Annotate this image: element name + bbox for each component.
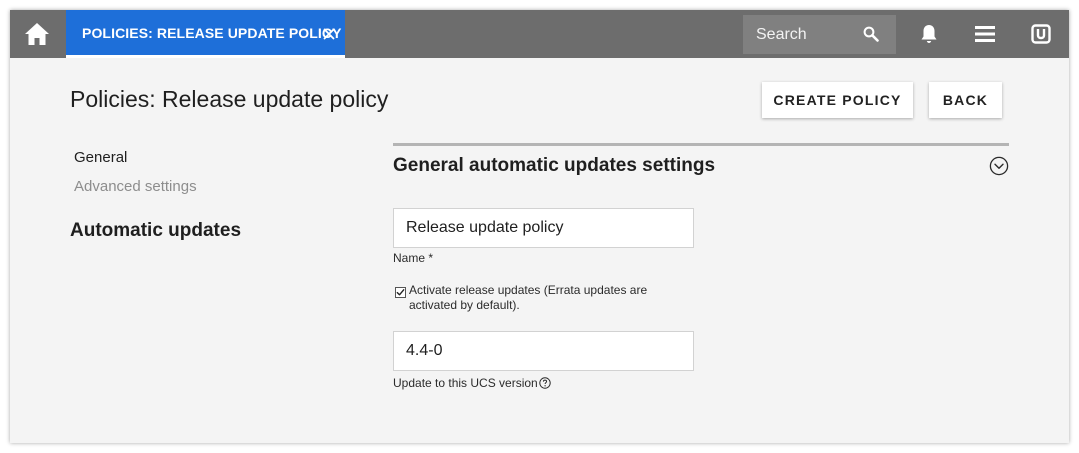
nav-item-advanced-settings[interactable]: Advanced settings bbox=[74, 178, 197, 195]
chevron-down-circle-icon[interactable] bbox=[989, 156, 1009, 176]
search-icon[interactable] bbox=[863, 26, 879, 42]
menu-icon[interactable] bbox=[973, 22, 997, 46]
top-bar: POLICIES: RELEASE UPDATE POLICY bbox=[10, 10, 1069, 58]
tab-release-update-policy[interactable]: POLICIES: RELEASE UPDATE POLICY bbox=[66, 10, 345, 58]
create-policy-button[interactable]: CREATE POLICY bbox=[762, 82, 913, 118]
help-icon[interactable] bbox=[539, 376, 551, 389]
activate-release-updates-checkbox[interactable] bbox=[395, 285, 406, 298]
ucs-version-input[interactable] bbox=[393, 331, 694, 371]
section-divider bbox=[393, 143, 1009, 146]
app-window: POLICIES: RELEASE UPDATE POLICY Search P… bbox=[10, 10, 1069, 443]
name-input[interactable] bbox=[393, 208, 694, 248]
home-icon[interactable] bbox=[24, 22, 50, 46]
name-label: Name * bbox=[393, 251, 434, 265]
ucs-version-label: Update to this UCS version bbox=[393, 376, 538, 390]
close-icon[interactable] bbox=[323, 27, 335, 40]
univention-logo-icon[interactable] bbox=[1029, 22, 1053, 46]
back-button[interactable]: BACK bbox=[929, 82, 1002, 118]
nav-item-general[interactable]: General bbox=[74, 149, 127, 166]
search-box bbox=[743, 15, 896, 54]
tab-label: POLICIES: RELEASE UPDATE POLICY bbox=[82, 24, 342, 41]
section-title: General automatic updates settings bbox=[393, 155, 716, 176]
search-input[interactable] bbox=[756, 25, 856, 44]
nav-heading-automatic-updates: Automatic updates bbox=[70, 220, 242, 241]
activate-release-updates-label: Activate release updates (Errata updates… bbox=[409, 283, 648, 312]
bell-icon[interactable] bbox=[917, 22, 941, 46]
page-title: Policies: Release update policy bbox=[70, 86, 389, 112]
